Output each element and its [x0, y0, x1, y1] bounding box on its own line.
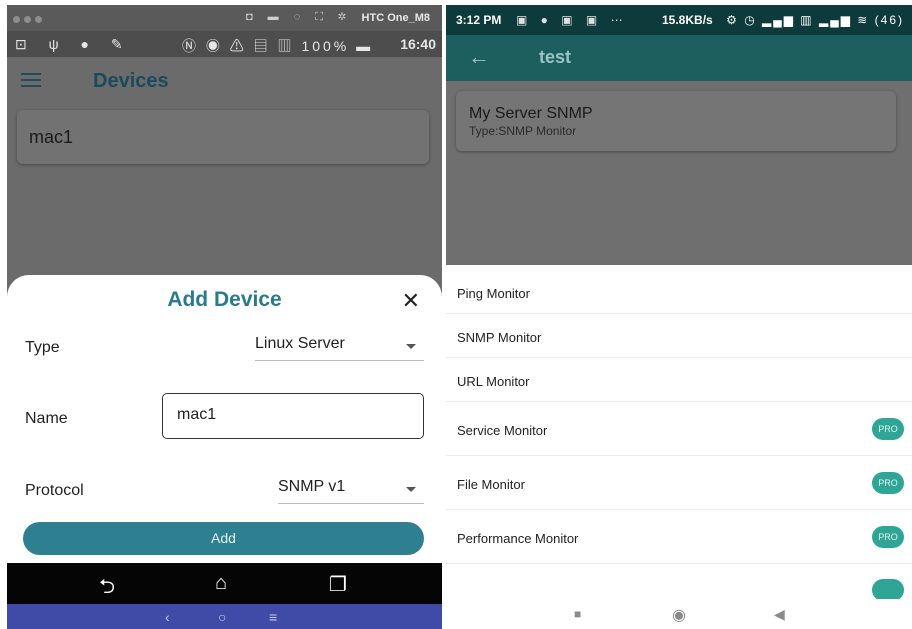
network-speed: 15.8KB/s	[662, 13, 713, 27]
android-nav-bar: ■ ◉ ◀	[446, 599, 912, 629]
emulator-toolbar-icons[interactable]: ◘ ▬ ◌ ⛶ ✲	[246, 11, 352, 24]
recents-icon[interactable]: ■	[574, 607, 581, 621]
menu-item-label: File Monitor	[457, 477, 525, 492]
menu-item-label: Performance Monitor	[457, 531, 579, 546]
menu-item-label: URL Monitor	[457, 374, 530, 389]
protocol-label: Protocol	[25, 482, 84, 499]
page-title: Devices	[93, 70, 169, 92]
right-phone-screen: 3:12 PM ▣ ● ▣ ▣ ⋯ 15.8KB/s ⚙ ◷ ▂▄▆ ▥ ▂▄▆…	[446, 5, 912, 629]
android-nav-bar: ⮌ ⌂ ❐	[7, 563, 442, 604]
monitor-type-sheet: Ping Monitor SNMP Monitor URL Monitor Se…	[446, 265, 912, 599]
menu-item-label: Service Monitor	[457, 423, 548, 438]
pro-badge: PRO	[872, 526, 904, 548]
status-bar: 3:12 PM ▣ ● ▣ ▣ ⋯ 15.8KB/s ⚙ ◷ ▂▄▆ ▥ ▂▄▆…	[446, 5, 912, 35]
type-select-value: Linux Server	[255, 335, 345, 352]
device-card[interactable]: mac1	[17, 110, 429, 164]
add-button[interactable]: Add	[23, 522, 424, 555]
menu-item-snmp-monitor[interactable]: SNMP Monitor	[446, 314, 912, 358]
system-status-icons: ⚙ ◷ ▂▄▆ ▥ ▂▄▆ ≋ (46)	[726, 13, 904, 27]
server-card-type: Type:SNMP Monitor	[469, 124, 577, 138]
hamburger-menu-icon[interactable]	[21, 73, 41, 89]
type-label: Type	[25, 339, 60, 356]
device-name: HTC One_M8	[361, 12, 430, 24]
server-card-name: My Server SNMP	[469, 105, 593, 122]
back-icon[interactable]: ⮌	[99, 572, 115, 606]
pro-badge	[872, 579, 904, 599]
protocol-select-value: SNMP v1	[278, 478, 346, 495]
window-controls[interactable]	[13, 14, 46, 26]
menu-item-url-monitor[interactable]: URL Monitor	[446, 358, 912, 402]
menu-item-service-monitor[interactable]: Service Monitor PRO	[446, 402, 912, 456]
system-status-icons: Ⓝ ◉ ⚠ ▤ ▥ 100% ▬	[182, 38, 374, 54]
page-title: test	[539, 47, 572, 67]
name-label: Name	[25, 410, 68, 427]
protocol-select[interactable]: SNMP v1	[278, 474, 424, 504]
menu-icon[interactable]: ≡	[269, 609, 277, 625]
back-icon[interactable]: ‹	[165, 609, 170, 625]
menu-item-performance-monitor[interactable]: Performance Monitor PRO	[446, 510, 912, 564]
pro-badge: PRO	[872, 472, 904, 494]
name-input[interactable]: mac1	[162, 393, 424, 439]
emulator-title-bar: ◘ ▬ ◌ ⛶ ✲ HTC One_M8	[7, 5, 442, 31]
device-card-name: mac1	[29, 127, 74, 147]
back-arrow-icon[interactable]: ←	[468, 44, 490, 70]
content-area: My Server SNMP Type:SNMP Monitor	[446, 81, 912, 265]
home-icon[interactable]: ◉	[672, 605, 686, 625]
pro-badge: PRO	[872, 418, 904, 440]
menu-item-ping-monitor[interactable]: Ping Monitor	[446, 265, 912, 314]
status-clock: 16:40	[400, 36, 436, 52]
notification-icons: ⊡ ψ ● ✎	[15, 36, 132, 52]
menu-item-partial[interactable]	[446, 564, 912, 599]
add-device-sheet: Add Device ✕ Type Linux Server Name mac1…	[7, 275, 442, 563]
status-bar: ⊡ ψ ● ✎ Ⓝ ◉ ⚠ ▤ ▥ 100% ▬ 16:40	[7, 31, 442, 57]
menu-item-file-monitor[interactable]: File Monitor PRO	[446, 456, 912, 510]
left-phone-screen: ◘ ▬ ◌ ⛶ ✲ HTC One_M8 ⊡ ψ ● ✎ Ⓝ ◉ ⚠ ▤ ▥ 1…	[7, 5, 442, 629]
home-icon[interactable]: ○	[218, 609, 226, 625]
back-icon[interactable]: ◀	[774, 606, 785, 623]
menu-item-label: Ping Monitor	[457, 286, 530, 301]
app-bar: Devices	[7, 57, 442, 105]
type-select[interactable]: Linux Server	[255, 331, 424, 361]
home-icon[interactable]: ⌂	[215, 572, 227, 595]
menu-item-label: SNMP Monitor	[457, 330, 542, 345]
emulator-nav-bar: ‹ ○ ≡	[7, 604, 442, 629]
server-card[interactable]: My Server SNMP Type:SNMP Monitor	[456, 91, 896, 151]
chevron-down-icon	[406, 344, 416, 349]
chevron-down-icon	[406, 487, 416, 492]
notification-icons: ▣ ● ▣ ▣ ⋯	[516, 13, 628, 27]
status-clock: 3:12 PM	[456, 13, 502, 27]
app-bar: ← test	[446, 35, 912, 81]
dialog-title: Add Device	[167, 288, 282, 311]
close-icon[interactable]: ✕	[402, 288, 420, 314]
recents-icon[interactable]: ❐	[329, 572, 347, 597]
